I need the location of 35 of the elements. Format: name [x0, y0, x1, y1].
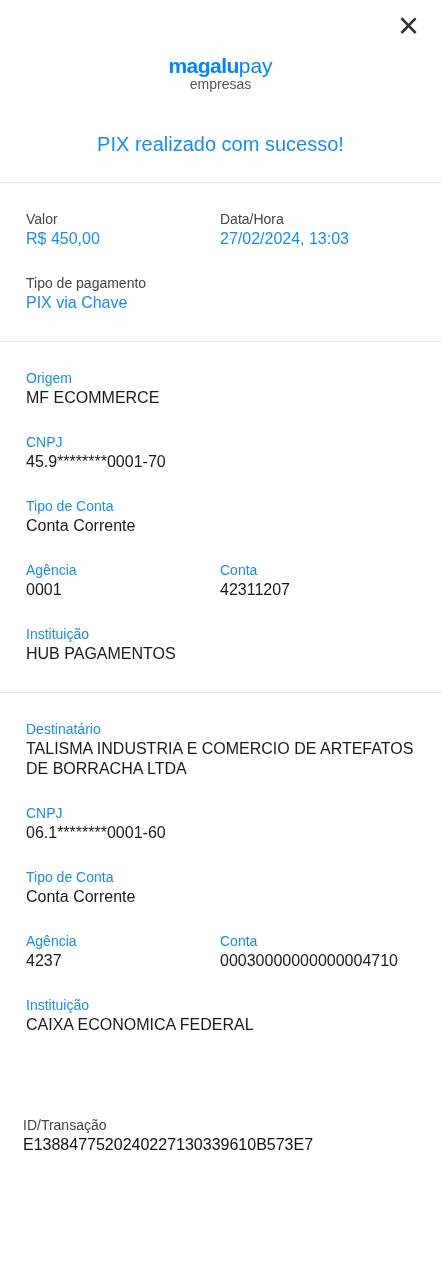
field-value: HUB PAGAMENTOS	[26, 644, 177, 664]
field-value: 4237	[26, 951, 63, 971]
logo: magalupay empresas	[168, 56, 273, 92]
success-title: PIX realizado com sucesso!	[97, 132, 344, 157]
field-value: R$ 450,00	[26, 229, 101, 249]
field-value: 42311207	[220, 580, 291, 600]
field-label: Tipo de Conta	[26, 868, 115, 887]
field-value: 06.1********0001-60	[26, 823, 167, 843]
field-value: Conta Corrente	[26, 887, 137, 907]
field-value: MF ECOMMERCE	[26, 388, 161, 408]
field-value: CAIXA ECONOMICA FEDERAL	[26, 1015, 255, 1035]
field-label: Data/Hora	[220, 210, 285, 229]
field-value: 00030000000000004710	[220, 951, 399, 971]
field-label: Tipo de pagamento	[26, 274, 148, 293]
field-label: Destinatário	[26, 720, 102, 739]
field-value: 45.9********0001-70	[26, 452, 167, 472]
close-button[interactable]: ×	[397, 6, 419, 46]
field-label: Valor	[26, 210, 59, 229]
field-value: 27/02/2024, 13:03	[220, 229, 350, 249]
field-label: Origem	[26, 369, 73, 388]
field-label: Agência	[26, 561, 78, 580]
field-value: 0001	[26, 580, 63, 600]
field-label: Conta	[220, 561, 259, 580]
field-label: Instituição	[26, 996, 91, 1015]
field-value: PIX via Chave	[26, 293, 129, 313]
field-label: Tipo de Conta	[26, 497, 115, 516]
field-label: Agência	[26, 932, 78, 951]
field-label: Instituição	[26, 625, 91, 644]
field-value: Conta Corrente	[26, 516, 137, 536]
field-value: TALISMA INDUSTRIA E COMERCIO DE ARTEFATOS DE BORRACHA LTDA	[26, 739, 415, 779]
field-label: ID/Transação	[23, 1116, 108, 1135]
field-label: Conta	[220, 932, 259, 951]
field-label: CNPJ	[26, 433, 64, 452]
field-label: CNPJ	[26, 804, 64, 823]
field-value: E1388477520240227130339610B573E7	[23, 1135, 315, 1155]
